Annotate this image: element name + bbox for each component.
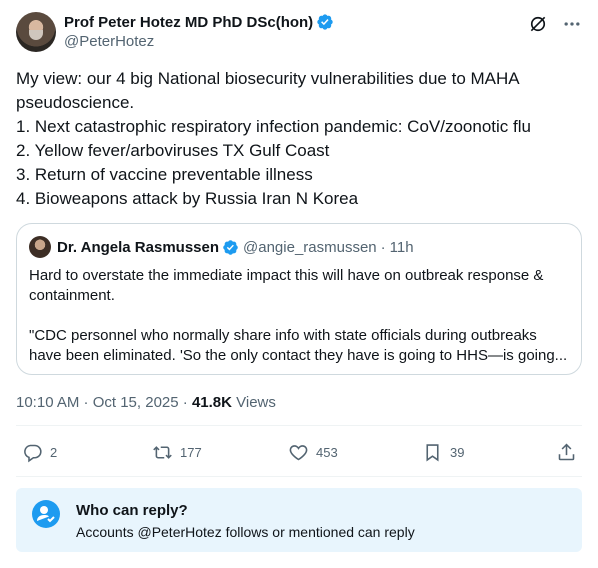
separator-dot: ·: [380, 238, 386, 256]
more-options-icon[interactable]: [562, 14, 582, 34]
repost-icon: [153, 446, 172, 459]
bookmark-count: 39: [450, 445, 465, 460]
divider: [16, 476, 582, 477]
tweet-line: 3. Return of vaccine preventable illness: [16, 165, 313, 184]
author-handle[interactable]: @PeterHotez: [64, 32, 334, 52]
quoted-text: Hard to overstate the immediate impact t…: [29, 266, 569, 366]
user-check-icon: [37, 506, 55, 523]
tweet-line: 4. Bioweapons attack by Russia Iran N Ko…: [16, 189, 359, 208]
reply-restriction-box: Who can reply? Accounts @PeterHotez foll…: [16, 488, 582, 552]
reply-count: 2: [50, 445, 58, 460]
repost-count: 177: [180, 445, 202, 460]
quoted-tweet[interactable]: Dr. Angela Rasmussen @angie_rasmussen · …: [16, 223, 582, 375]
author-name[interactable]: Prof Peter Hotez MD PhD DSc(hon): [64, 14, 313, 31]
quoted-line: Hard to overstate the immediate impact t…: [29, 267, 544, 284]
like-count: 453: [316, 445, 338, 460]
tweet-header: Prof Peter Hotez MD PhD DSc(hon) @PeterH…: [16, 12, 582, 52]
action-bar: 2 177 453 39: [16, 436, 582, 470]
views-label: Views: [236, 394, 276, 411]
quoted-line: have been eliminated. 'So the only conta…: [29, 347, 568, 364]
tweet-line: My view: our 4 big National biosecurity …: [16, 69, 520, 88]
quoted-author-handle: @angie_rasmussen: [243, 238, 377, 256]
quoted-line: containment.: [29, 287, 115, 304]
share-icon: [558, 443, 575, 461]
bookmark-icon: [426, 444, 439, 462]
tweet-line: pseudoscience.: [16, 93, 135, 112]
author-avatar[interactable]: [16, 12, 56, 52]
reply-restriction-title: Who can reply?: [76, 502, 188, 519]
reply-restriction-subtitle: Accounts @PeterHotez follows or mentione…: [76, 524, 415, 540]
tweet-text: My view: our 4 big National biosecurity …: [16, 67, 576, 211]
reply-icon: [24, 444, 42, 463]
reply-button[interactable]: 2: [22, 442, 57, 463]
author-info: Prof Peter Hotez MD PhD DSc(hon) @PeterH…: [64, 12, 334, 52]
share-button[interactable]: [556, 442, 577, 463]
views-count: 41.8K: [191, 394, 232, 411]
tweet-line: 2. Yellow fever/arboviruses TX Gulf Coas…: [16, 141, 330, 160]
verified-badge-icon: [317, 14, 333, 30]
grok-icon[interactable]: [528, 14, 548, 34]
heart-icon: [289, 445, 308, 461]
quoted-author-avatar: [29, 236, 51, 258]
divider: [16, 425, 582, 426]
tweet-meta: 10:10 AM · Oct 15, 2025 · 41.8K Views: [16, 393, 276, 413]
like-button[interactable]: 453: [288, 442, 338, 463]
quoted-line: "CDC personnel who normally share info w…: [29, 327, 537, 344]
quoted-author-name: Dr. Angela Rasmussen: [57, 238, 220, 256]
repost-button[interactable]: 177: [152, 442, 202, 463]
quoted-timestamp: 11h: [389, 238, 414, 256]
reply-restriction-icon: [32, 500, 60, 528]
tweet-line: 1. Next catastrophic respiratory infecti…: [16, 117, 531, 136]
bookmark-button[interactable]: 39: [422, 442, 464, 463]
tweet-timestamp[interactable]: 10:10 AM · Oct 15, 2025 ·: [16, 394, 188, 411]
verified-badge-icon: [223, 239, 238, 255]
